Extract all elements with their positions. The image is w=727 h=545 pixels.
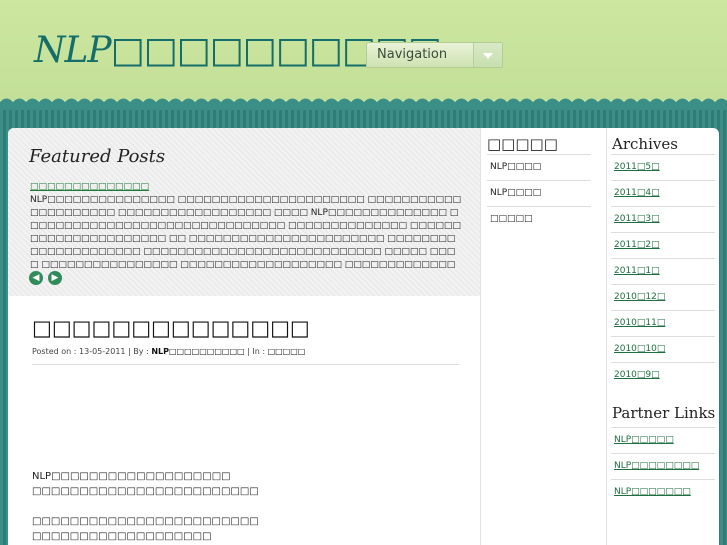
archive-link[interactable]: 2010□10□: [611, 336, 715, 362]
post-line: □□□□□□□□□□□□□□□□□□□□□□□□: [32, 516, 259, 527]
post-meta: Posted on : 13-05-2011 | By : NLP□□□□□□□…: [32, 347, 305, 356]
divider: [32, 364, 459, 365]
post-author[interactable]: NLP□□□□□□□□□□: [151, 347, 244, 356]
archives-title: Archives: [612, 135, 678, 153]
post-line: □□□□□□□□□□□□□□□□□□□□□□□□: [32, 486, 259, 497]
featured-heading: Featured Posts: [29, 146, 166, 167]
featured-excerpt: NLP□□□□□□□□□□□□□□□ □□□□□□□□□□□□□□□□□□□□□…: [30, 195, 462, 270]
navigation-dropdown[interactable]: Navigation: [366, 42, 503, 68]
partner-link[interactable]: NLP□□□□□□□: [611, 479, 715, 505]
content-panel: Featured Posts □□□□□□□□□□□□□□ NLP□□□□□□□…: [8, 128, 719, 545]
post-line: □□□□□□□□□□□□□□□□□□□: [32, 531, 212, 542]
archive-link[interactable]: 2010□9□: [611, 362, 715, 388]
post-title[interactable]: □□□□□□□□□□□□□□: [32, 316, 310, 340]
archive-link[interactable]: 2011□3□: [611, 206, 715, 232]
content-wrapper: Featured Posts □□□□□□□□□□□□□□ NLP□□□□□□□…: [0, 110, 727, 545]
partner-link[interactable]: NLP□□□□□: [611, 427, 715, 453]
site-header: NLP□□□□□□□□□□ Navigation: [0, 0, 727, 100]
post-category[interactable]: □□□□□: [268, 347, 306, 356]
archive-link[interactable]: 2011□5□: [611, 154, 715, 180]
chevron-down-icon[interactable]: [473, 43, 502, 67]
archives-list: 2011□5□ 2011□4□ 2011□3□ 2011□2□ 2011□1□ …: [611, 154, 715, 388]
partner-link[interactable]: NLP□□□□□□□□: [611, 453, 715, 479]
sidebar-right: Archives 2011□5□ 2011□4□ 2011□3□ 2011□2□…: [606, 128, 719, 545]
post-meta-prefix: Posted on : 13-05-2011 | By :: [32, 347, 152, 356]
archive-link[interactable]: 2010□11□: [611, 310, 715, 336]
featured-post-link[interactable]: □□□□□□□□□□□□□□: [30, 182, 149, 192]
partner-links-list: NLP□□□□□ NLP□□□□□□□□ NLP□□□□□□□: [611, 427, 715, 505]
archive-link[interactable]: 2010□12□: [611, 284, 715, 310]
prev-slide-button[interactable]: ◀: [29, 271, 43, 285]
featured-posts: Featured Posts □□□□□□□□□□□□□□ NLP□□□□□□□…: [8, 128, 480, 296]
post-body: NLP□□□□□□□□□□□□□□□□□□□ □□□□□□□□□□□□□□□□□…: [32, 469, 259, 545]
post-meta-in: | In :: [244, 347, 268, 356]
list-item[interactable]: □□□□□: [487, 206, 591, 232]
archive-link[interactable]: 2011□4□: [611, 180, 715, 206]
sidebar-widget-title: □□□□□: [487, 135, 558, 153]
list-item[interactable]: NLP□□□□: [487, 180, 591, 206]
sidebar-left: □□□□□ NLP□□□□ NLP□□□□ □□□□□: [480, 128, 603, 545]
list-item[interactable]: NLP□□□□: [487, 154, 591, 180]
archive-link[interactable]: 2011□1□: [611, 258, 715, 284]
sidebar-list: NLP□□□□ NLP□□□□ □□□□□: [487, 154, 591, 232]
next-slide-button[interactable]: ▶: [48, 271, 62, 285]
post-line: NLP□□□□□□□□□□□□□□□□□□□: [32, 471, 231, 482]
archive-link[interactable]: 2011□2□: [611, 232, 715, 258]
partner-links-title: Partner Links: [612, 404, 716, 422]
navigation-label: Navigation: [377, 47, 448, 62]
